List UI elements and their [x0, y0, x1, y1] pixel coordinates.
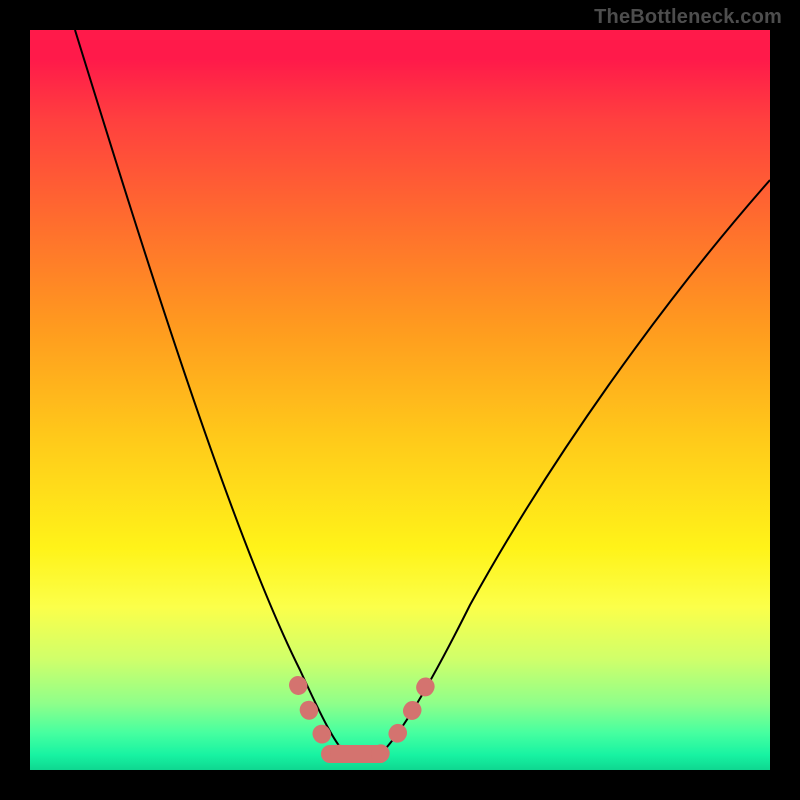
plot-area [30, 30, 770, 770]
valley-dots-right [380, 682, 428, 754]
bottleneck-curve [30, 30, 770, 770]
watermark-text: TheBottleneck.com [594, 6, 782, 29]
chart-frame: TheBottleneck.com [0, 0, 800, 800]
curve-path [75, 30, 770, 756]
valley-dots-left [298, 685, 340, 754]
